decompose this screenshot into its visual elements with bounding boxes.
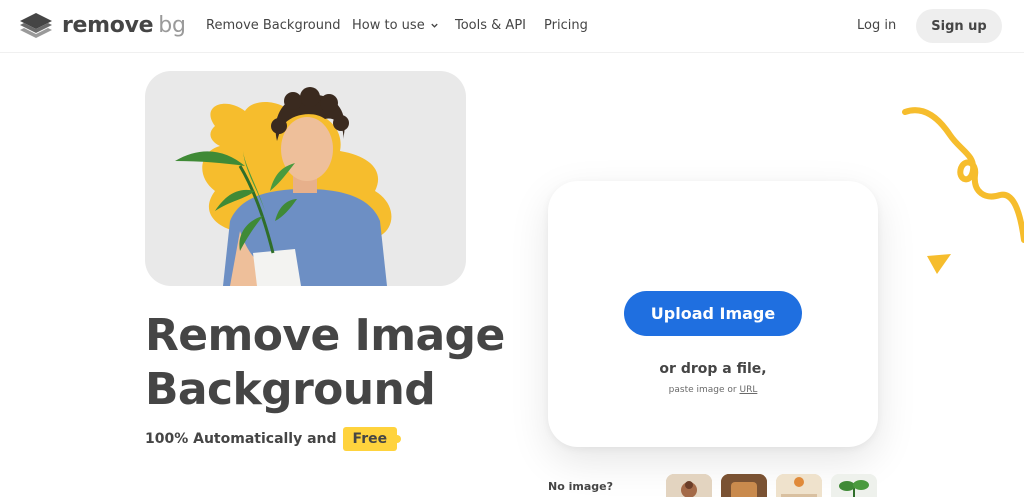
triangle-decoration	[927, 254, 951, 274]
drop-file-text: or drop a file,	[659, 361, 767, 377]
hero-illustration	[175, 87, 392, 286]
login-link[interactable]: Log in	[857, 17, 896, 35]
logo-word-bg: bg	[158, 13, 186, 38]
subtitle-text: 100% Automatically and	[145, 431, 337, 447]
url-link[interactable]: URL	[739, 385, 757, 395]
top-navigation-bar: remove bg Remove Background How to use To…	[0, 0, 1024, 53]
sample-image-1[interactable]	[666, 474, 712, 497]
remove-bg-logo[interactable]: remove bg	[19, 12, 186, 40]
squiggle-decoration	[902, 107, 1024, 243]
nav-how-to-use-label: How to use	[352, 18, 425, 33]
nav-pricing[interactable]: Pricing	[544, 17, 588, 35]
logo-word-remove: remove	[62, 13, 154, 38]
page-title-line1: Remove Image	[145, 310, 505, 361]
nav-remove-background[interactable]: Remove Background	[206, 17, 340, 35]
page-title-line2: Background	[145, 364, 436, 415]
no-image-label: No image?	[548, 480, 613, 493]
upload-card[interactable]: Upload Image or drop a file, paste image…	[548, 181, 878, 447]
sample-image-2[interactable]	[721, 474, 767, 497]
free-badge: Free	[342, 427, 401, 451]
paste-hint-text: paste image or	[668, 385, 737, 395]
signup-button[interactable]: Sign up	[916, 9, 1002, 43]
subtitle: 100% Automatically and Free	[145, 427, 401, 451]
sample-image-4[interactable]	[831, 474, 877, 497]
page-title: Remove Image Background	[145, 309, 505, 417]
nav-how-to-use[interactable]: How to use	[352, 17, 439, 35]
nav-tools-api-label: Tools & API	[455, 18, 526, 33]
sample-image-3[interactable]	[776, 474, 822, 497]
nav-tools-api[interactable]: Tools & API	[455, 17, 526, 35]
paste-hint: paste image or URL	[548, 385, 878, 395]
chevron-down-icon	[431, 23, 438, 28]
layers-icon	[20, 13, 52, 38]
nav-pricing-label: Pricing	[544, 18, 588, 33]
hero-image	[145, 71, 466, 286]
nav-remove-background-label: Remove Background	[206, 18, 341, 33]
upload-image-button[interactable]: Upload Image	[624, 291, 802, 336]
